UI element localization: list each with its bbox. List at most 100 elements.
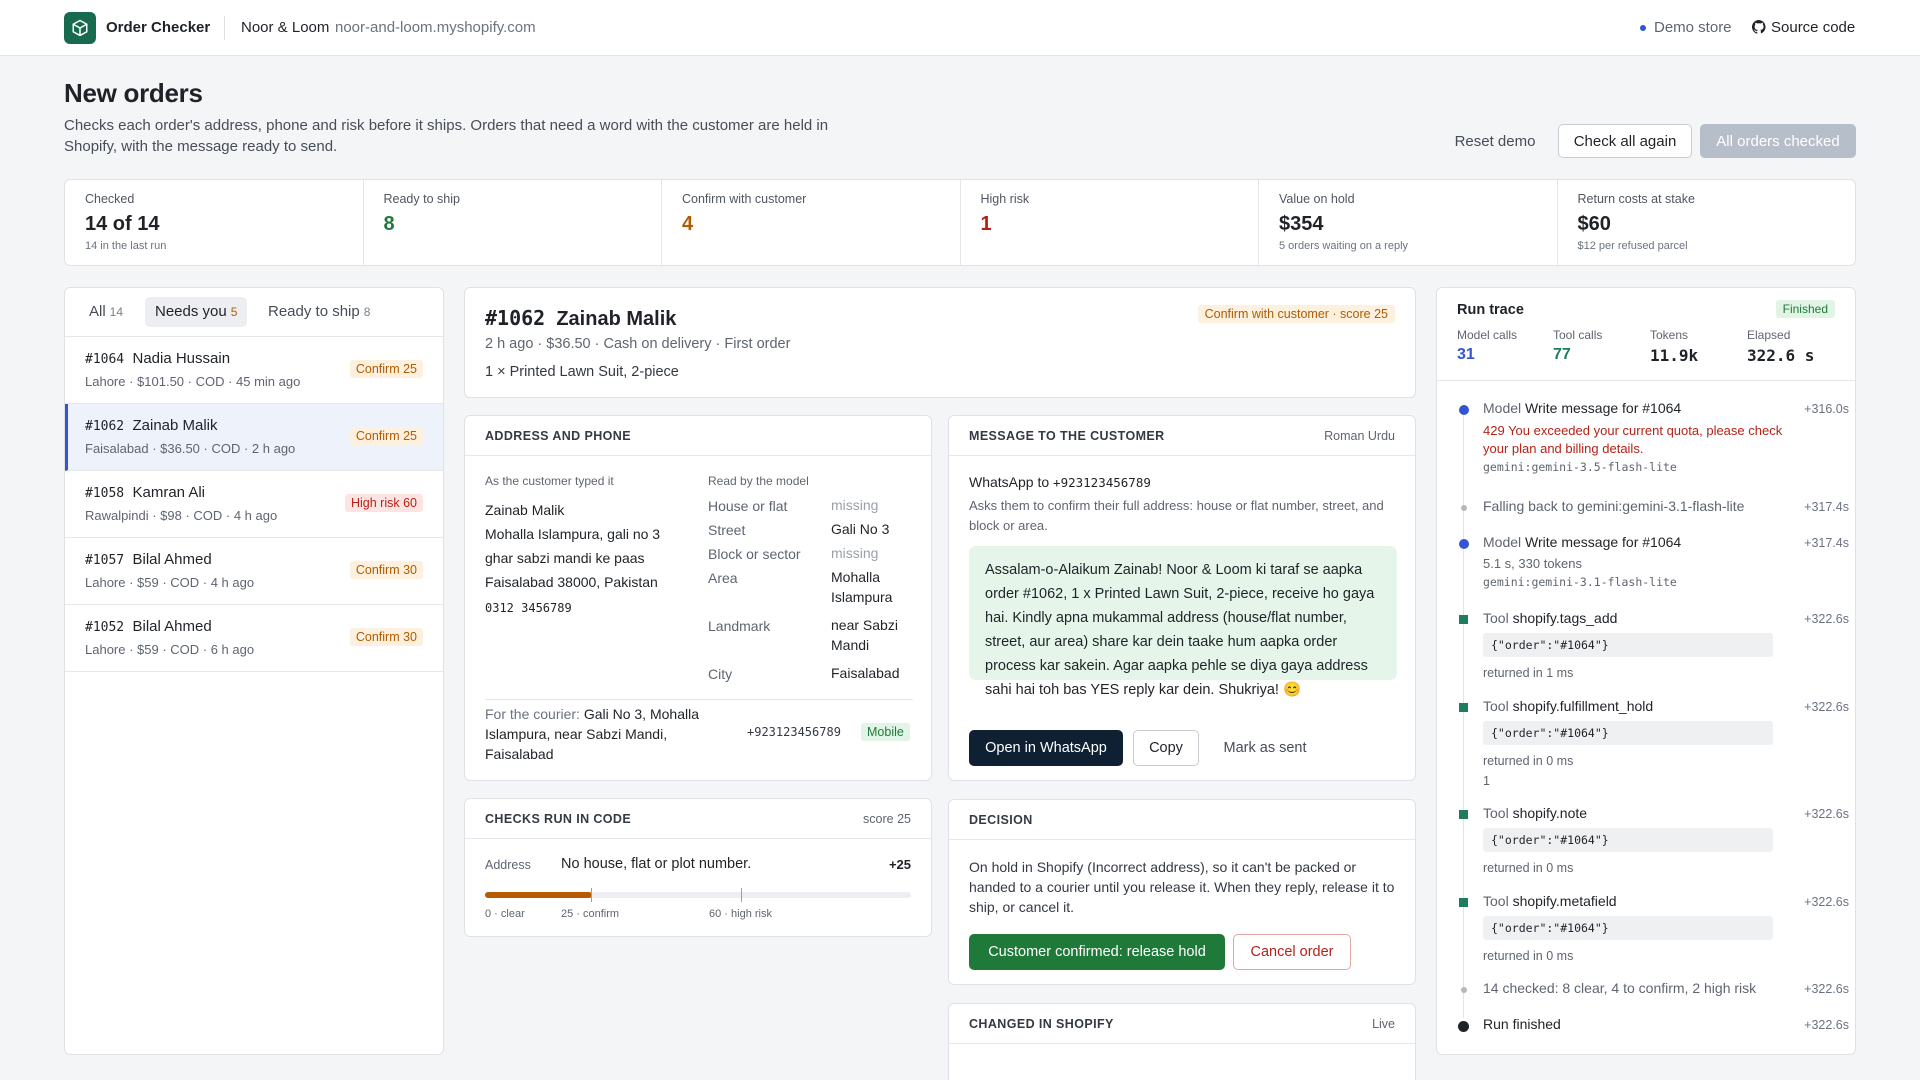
order-list-number: #1058: [85, 486, 125, 501]
typed-name: Zainab Malik: [485, 502, 565, 518]
channel-phone: +923123456789: [1053, 475, 1151, 490]
trace-event-args: {"order":"#1064"}: [1483, 828, 1773, 852]
timeline-line: [1463, 408, 1464, 1018]
trace-event-title: Run finished: [1483, 1016, 1561, 1032]
decision-panel-header: DECISION: [949, 800, 1415, 840]
order-list-item[interactable]: #1058 Kamran Ali Rawalpindi · $98 · COD …: [65, 471, 443, 538]
tool-dot-icon: [1459, 810, 1468, 819]
order-list-number: #1064: [85, 352, 125, 367]
checks-score: score 25: [863, 812, 911, 826]
trace-metric: Model calls 31: [1457, 328, 1517, 364]
stat-value: 8: [383, 213, 395, 235]
mark-as-sent-button[interactable]: Mark as sent: [1215, 730, 1315, 766]
tab-ready-to-ship[interactable]: Ready to ship 8: [258, 297, 380, 327]
typed-phone: 0312 3456789: [485, 601, 572, 615]
order-number: #1062: [485, 306, 546, 330]
message-heading: MESSAGE TO THE CUSTOMER: [969, 429, 1165, 443]
tab-ready-to-ship-count: 8: [363, 305, 371, 319]
release-hold-button[interactable]: Customer confirmed: release hold: [969, 934, 1225, 970]
address-panel-header: ADDRESS AND PHONE: [465, 416, 931, 456]
trace-event-result: returned in 0 ms: [1483, 754, 1574, 768]
stat-label: Value on hold: [1279, 192, 1355, 206]
trace-event-args: {"order":"#1064"}: [1483, 721, 1773, 745]
order-list-number: #1062: [85, 419, 125, 434]
message-bubble[interactable]: Assalam-o-Alaikum Zainab! Noor & Loom ki…: [969, 546, 1397, 698]
model-field-label: Landmark: [708, 618, 771, 634]
tab-needs-you-label: Needs you: [155, 303, 227, 320]
order-heading: #1062 Zainab Malik: [485, 306, 676, 331]
trace-event-kind: Tool: [1483, 805, 1509, 821]
reset-demo-button[interactable]: Reset demo: [1446, 124, 1544, 158]
tick-confirm: [591, 888, 592, 902]
trace-event-result: returned in 0 ms: [1483, 949, 1574, 963]
trace-metric-label: Tool calls: [1553, 328, 1603, 342]
message-description: Asks them to confirm their full address:…: [969, 498, 1384, 533]
order-list-item[interactable]: #1057 Bilal Ahmed Lahore · $59 · COD · 4…: [65, 538, 443, 605]
order-list-meta: Rawalpindi · $98 · COD · 4 h ago: [85, 508, 278, 523]
status-dot-icon: [1640, 25, 1646, 32]
all-orders-checked-button[interactable]: All orders checked: [1700, 124, 1856, 158]
divider: [1437, 380, 1855, 381]
model-field-value: missing: [831, 545, 879, 561]
divider: [485, 699, 913, 700]
copy-button[interactable]: Copy: [1133, 730, 1199, 766]
store-domain: noor-and-loom.myshopify.com: [335, 19, 536, 36]
order-list-item[interactable]: #1052 Bilal Ahmed Lahore · $59 · COD · 6…: [65, 605, 443, 672]
courier-address: For the courier: Gali No 3, Mohalla Isla…: [485, 704, 705, 764]
source-code-label: Source code: [1771, 19, 1856, 36]
order-risk-badge: High risk 60: [345, 494, 423, 512]
model-address-label: Read by the model: [708, 474, 809, 488]
check-all-again-button[interactable]: Check all again: [1558, 124, 1692, 158]
checks-panel: CHECKS RUN IN CODE score 25 Address No ho…: [464, 798, 932, 937]
source-code-link[interactable]: Source code: [1751, 19, 1856, 36]
model-field-label: City: [708, 666, 733, 682]
open-whatsapp-button[interactable]: Open in WhatsApp: [969, 730, 1123, 766]
model-dot-icon: [1459, 539, 1469, 549]
trace-metric-label: Elapsed: [1747, 328, 1791, 342]
courier-phone: +923123456789: [747, 725, 841, 739]
score-fill: [485, 892, 592, 898]
tab-ready-to-ship-label: Ready to ship: [268, 303, 360, 320]
stat-note: 14 in the last run: [85, 240, 167, 252]
trace-metric-value: 77: [1553, 346, 1571, 363]
order-list-meta: Lahore · $101.50 · COD · 45 min ago: [85, 374, 301, 389]
trace-event-title-row: Tool shopify.tags_add: [1483, 610, 1783, 626]
trace-metric-label: Tokens: [1650, 328, 1689, 342]
typed-address: Zainab Malik Mohalla Islampura, gali no …: [485, 498, 685, 620]
order-list-number: #1057: [85, 553, 125, 568]
order-list-item[interactable]: #1064 Nadia Hussain Lahore · $101.50 · C…: [65, 337, 443, 404]
trace-event-title-row: Tool shopify.note: [1483, 805, 1783, 821]
run-trace-panel: Run trace Finished Model calls 31 Tool cal…: [1436, 287, 1856, 1055]
check-points: +25: [888, 857, 911, 872]
trace-event-error: 429 You exceeded your current quota, ple…: [1483, 423, 1783, 456]
trace-event-time: +317.4s: [1804, 536, 1849, 550]
phone-type-badge: Mobile: [861, 723, 910, 741]
finish-dot-icon: [1458, 1021, 1469, 1032]
stat-card: High risk 1: [961, 180, 1259, 265]
decision-heading: DECISION: [969, 813, 1033, 827]
trace-event-title: Falling back to gemini:gemini-3.1-flash-…: [1483, 498, 1745, 514]
model-field-value: Faisalabad: [831, 665, 900, 681]
order-list-title: #1064 Nadia Hussain: [85, 350, 230, 367]
trace-event-time: +322.6s: [1804, 895, 1849, 909]
order-list-item[interactable]: #1062 Zainab Malik Faisalabad · $36.50 ·…: [65, 404, 443, 471]
stat-value: 1: [980, 213, 992, 235]
cancel-order-button[interactable]: Cancel order: [1233, 934, 1351, 970]
score-track: [485, 892, 911, 898]
tab-all[interactable]: All 14: [79, 297, 133, 327]
decision-text: On hold in Shopify (Incorrect address), …: [969, 859, 1395, 915]
tool-dot-icon: [1459, 898, 1468, 907]
tab-needs-you[interactable]: Needs you 5: [145, 297, 248, 327]
check-label: Address: [485, 858, 531, 872]
trace-event-result: returned in 0 ms: [1483, 861, 1574, 875]
order-list-panel: All 14 Needs you 5 Ready to ship 8 #1064 Na…: [64, 287, 444, 1055]
order-meta: 2 h ago · $36.50 · Cash on delivery · Fi…: [485, 336, 791, 352]
model-field-label: Block or sector: [708, 546, 801, 562]
tick-high-risk: [741, 888, 742, 902]
top-bar: Order Checker Noor & Loom noor-and-loom.…: [0, 0, 1920, 56]
order-list-name: Bilal Ahmed: [132, 551, 212, 568]
order-summary-card: #1062 Zainab Malik Confirm with customer…: [464, 287, 1416, 398]
trace-event-kind: Tool: [1483, 610, 1509, 626]
tab-all-label: All: [89, 303, 106, 320]
order-list-number: #1052: [85, 620, 125, 635]
